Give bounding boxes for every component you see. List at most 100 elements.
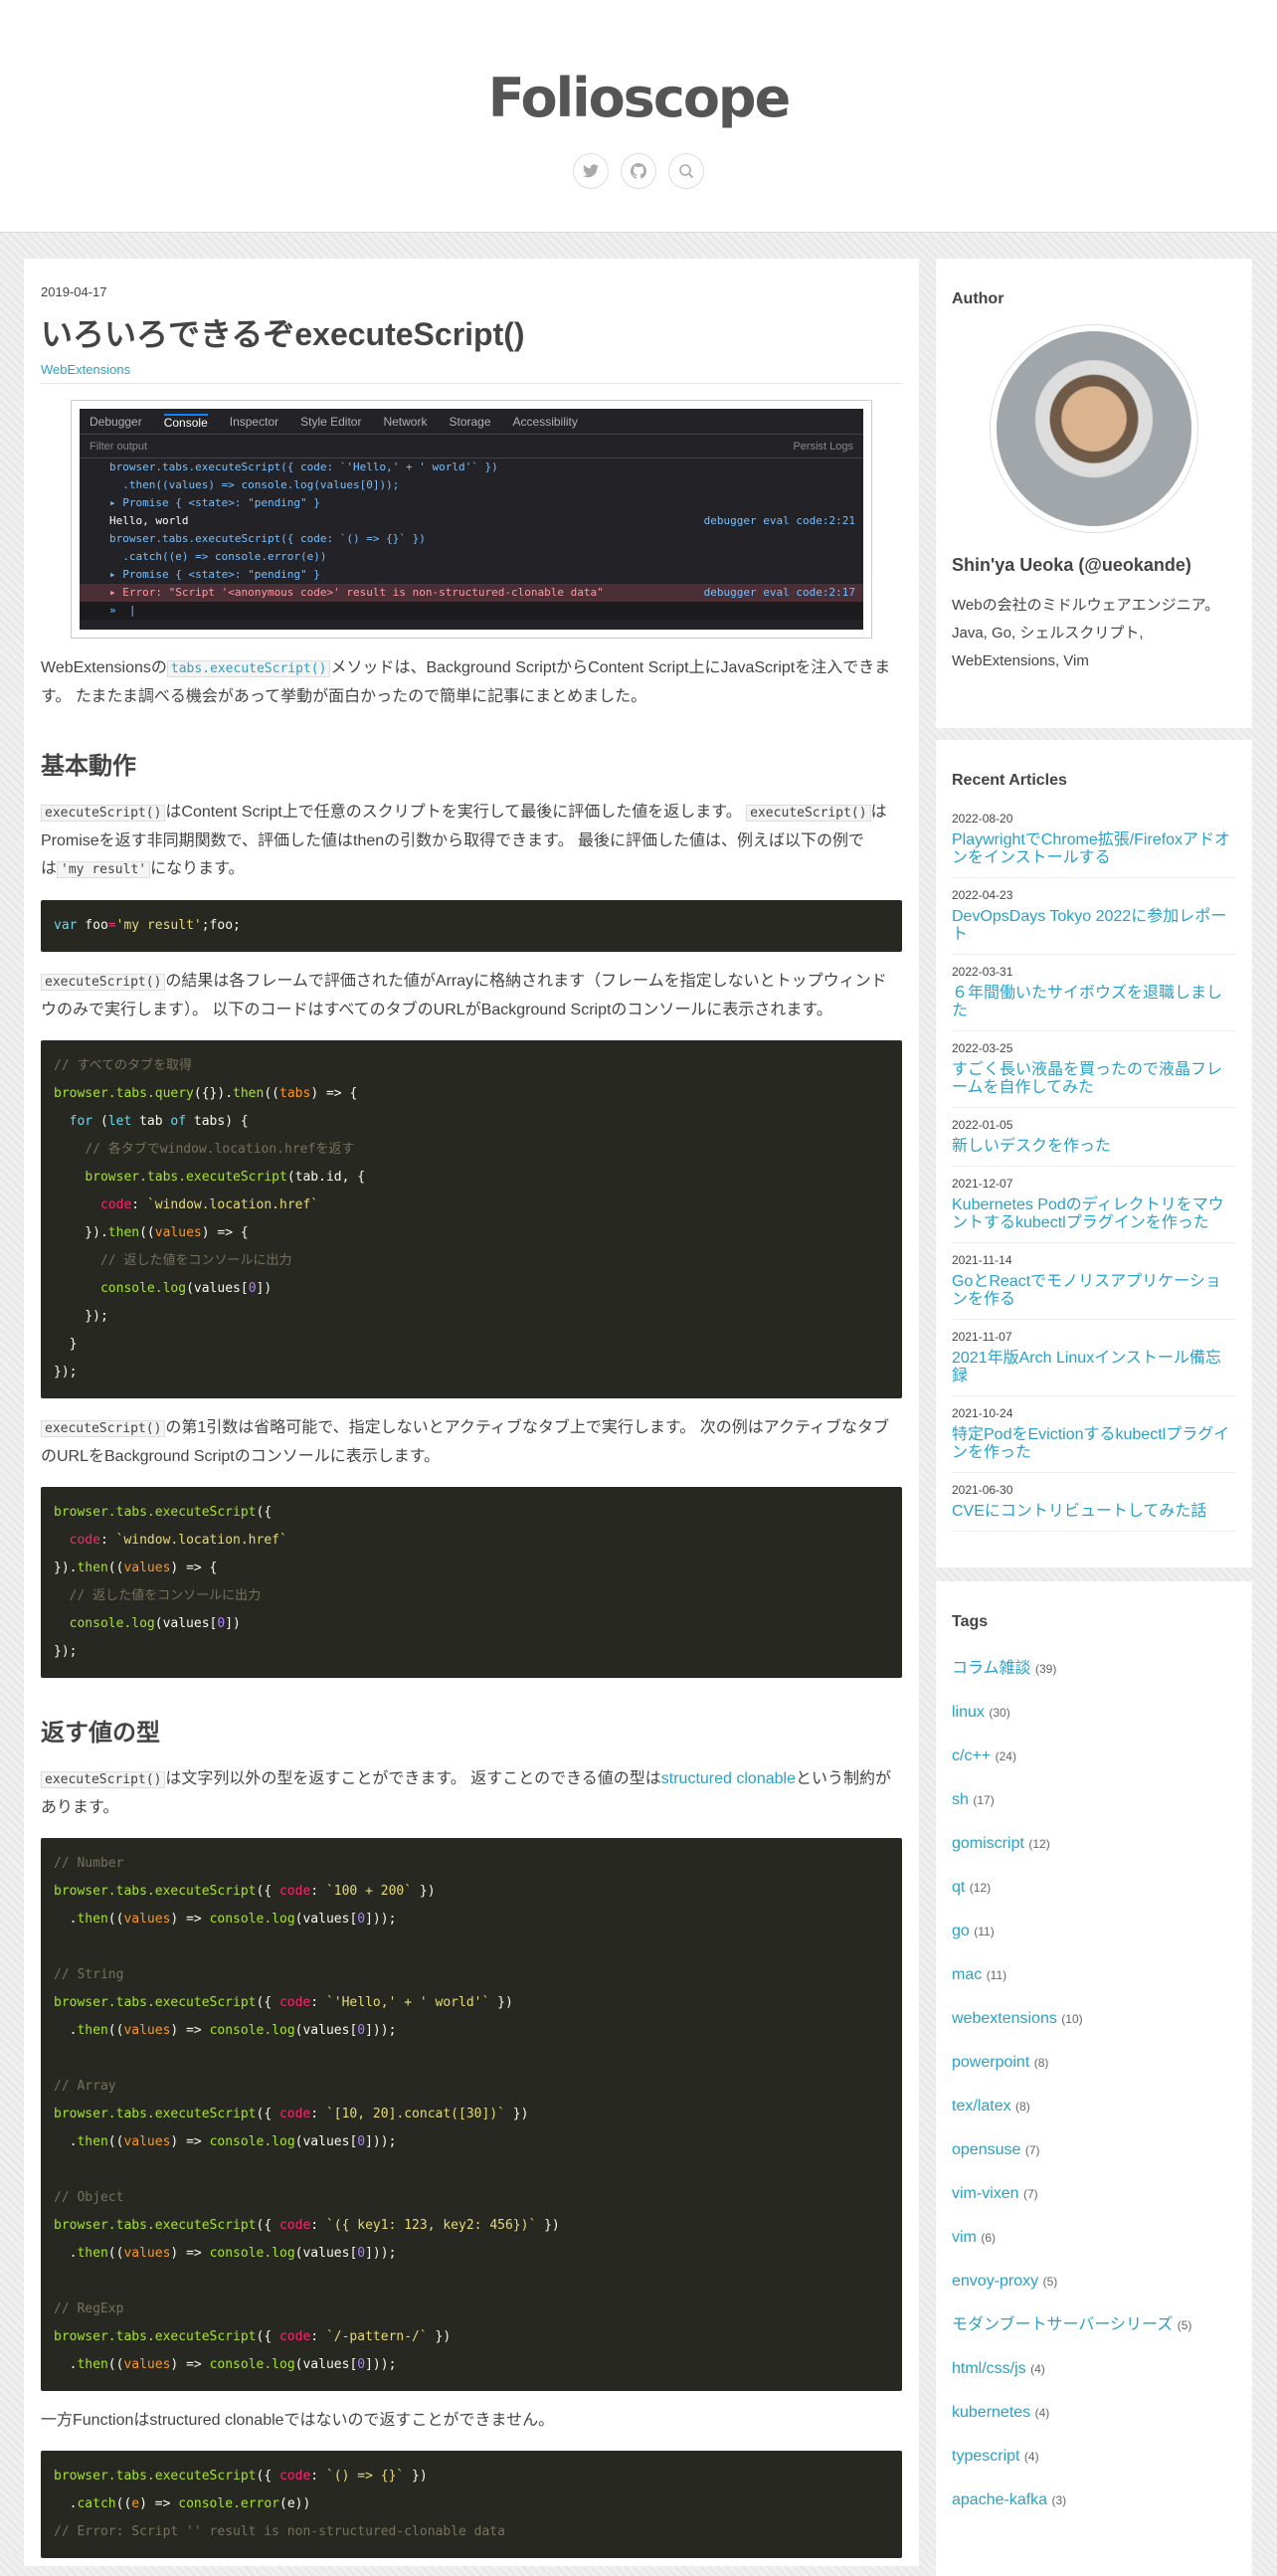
tag-item: powerpoint (8) (952, 2055, 1236, 2071)
tag-count: (5) (1177, 2318, 1192, 2332)
recent-article-item: 2022-01-05 新しいデスクを作った (952, 1108, 1236, 1167)
console-ref: debugger eval code:2:21 (703, 514, 855, 527)
search-icon[interactable] (668, 153, 704, 189)
tag-link[interactable]: コラム雑談 (952, 1660, 1031, 1677)
tag-link[interactable]: envoy-proxy (952, 2273, 1038, 2290)
article-link[interactable]: 新しいデスクを作った (952, 1138, 1236, 1156)
post-date: 2019-04-17 (41, 284, 107, 299)
avatar (990, 324, 1198, 533)
tab-debugger: Debugger (90, 414, 142, 429)
tag-link[interactable]: powerpoint (952, 2054, 1029, 2071)
tag-link[interactable]: kubernetes (952, 2404, 1030, 2421)
tag-count: (12) (1028, 1837, 1050, 1851)
author-widget: Author Shin'ya Ueoka (@ueokande) Webの会社の… (936, 259, 1252, 728)
tag-count: (3) (1051, 2493, 1067, 2507)
console-line: ▸ Promise { <state>: "pending" } (109, 496, 320, 509)
tag-count: (6) (981, 2231, 997, 2245)
code-block: browser.tabs.executeScript({ code: `wind… (41, 1487, 902, 1678)
tag-item: go (11) (952, 1924, 1236, 1939)
console-line: .then((values) => console.log(values[0])… (109, 478, 400, 491)
article-link[interactable]: GoとReactでモノリスアプリケーションを作る (952, 1273, 1236, 1309)
tag-count: (10) (1061, 2012, 1083, 2026)
code-block: var foo='my result';foo; (41, 900, 902, 952)
heading-return-type: 返す値の型 (41, 1720, 160, 1747)
category-link[interactable]: WebExtensions (41, 362, 130, 377)
tag-count: (39) (1034, 1662, 1057, 1676)
tag-link[interactable]: typescript (952, 2448, 1019, 2465)
site-title[interactable]: Folioscope (0, 0, 1277, 131)
paragraph: WebExtensionsの tabs.executeScript() メソッドは、… (41, 659, 891, 705)
tag-item: gomiscript (12) (952, 1836, 1236, 1852)
tag-link[interactable]: html/css/js (952, 2360, 1026, 2377)
recent-heading: Recent Articles (952, 772, 1067, 789)
tag-link[interactable]: apache-kafka (952, 2491, 1047, 2508)
tag-link[interactable]: webextensions (952, 2010, 1057, 2027)
code-block: // すべてのタブを取得 browser.tabs.query({}).then… (41, 1040, 902, 1398)
tag-count: (5) (1042, 2275, 1058, 2289)
code-block: browser.tabs.executeScript({ code: `() =… (41, 2451, 902, 2558)
paragraph: executeScript() の第1引数は省略可能で、指定しないとアクティブなタ… (41, 1419, 889, 1465)
article-link[interactable]: ６年間働いたサイボウズを退職しました (952, 985, 1236, 1020)
twitter-icon[interactable] (573, 153, 609, 189)
tag-item: typescript (4) (952, 2449, 1236, 2465)
tag-link[interactable]: mac (952, 1966, 982, 1983)
console-line: Hello, world debugger eval code:2:21 (80, 512, 863, 530)
recent-article-item: 2021-10-24 特定PodをEvictionするkubectlプラグインを作… (952, 1396, 1236, 1473)
tab-style-editor: Style Editor (300, 414, 362, 429)
tag-item: c/c++ (24) (952, 1748, 1236, 1764)
tag-item: webextensions (10) (952, 2011, 1236, 2027)
tag-count: (8) (1033, 2056, 1049, 2070)
tag-link[interactable]: vim (952, 2229, 977, 2246)
tag-item: html/css/js (4) (952, 2361, 1236, 2377)
article-link[interactable]: すごく長い液晶を買ったので液晶フレームを自作してみた (952, 1061, 1236, 1097)
tag-count: (11) (986, 1968, 1007, 1982)
article-link[interactable]: PlaywrightでChrome拡張/Firefoxアドオンをインストールする (952, 831, 1236, 867)
console-error-line: ▸ Error: "Script '<anonymous code>' resu… (80, 584, 863, 602)
tag-link[interactable]: linux (952, 1704, 985, 1721)
devtools-tabs: Debugger Console Inspector Style Editor … (80, 409, 863, 435)
github-icon[interactable] (621, 153, 656, 189)
article-link[interactable]: CVEにコントリビュートしてみた話 (952, 1503, 1236, 1521)
recent-articles-list: 2022-08-20 PlaywrightでChrome拡張/Firefoxアドオ… (952, 802, 1236, 1532)
tab-storage: Storage (449, 414, 491, 429)
tag-link[interactable]: c/c++ (952, 1748, 991, 1764)
article-link[interactable]: Kubernetes Podのディレクトリをマウントするkubectlプラグイン… (952, 1196, 1236, 1232)
recent-article-item: 2021-12-07 Kubernetes Podのディレクトリをマウントするku… (952, 1167, 1236, 1243)
tag-item: モダンブートサーバーシリーズ (5) (952, 2317, 1236, 2333)
tag-link[interactable]: opensuse (952, 2141, 1020, 2158)
recent-articles-widget: Recent Articles 2022-08-20 PlaywrightでChr… (936, 740, 1252, 1567)
article-date: 2022-08-20 (952, 812, 1013, 826)
tag-item: kubernetes (4) (952, 2405, 1236, 2421)
tag-link[interactable]: go (952, 1923, 970, 1939)
structured-clonable-link[interactable]: structured clonable (661, 1770, 796, 1787)
tab-network: Network (383, 414, 428, 429)
article-link[interactable]: 特定PodをEvictionするkubectlプラグインを作った (952, 1426, 1236, 1462)
tab-accessibility: Accessibility (512, 414, 578, 429)
tags-heading: Tags (952, 1613, 989, 1630)
tag-link[interactable]: gomiscript (952, 1835, 1024, 1852)
inline-code-link[interactable]: tabs.executeScript() (166, 660, 331, 677)
console-text: Hello, world (109, 514, 189, 527)
tag-link[interactable]: vim-vixen (952, 2185, 1019, 2202)
tag-count: (7) (1023, 2187, 1038, 2201)
author-heading: Author (952, 290, 1004, 307)
devtools-console: Debugger Console Inspector Style Editor … (80, 409, 863, 630)
post-title: いろいろできるぞexecuteScript() (41, 316, 525, 352)
tag-item: tex/latex (8) (952, 2099, 1236, 2115)
tag-link[interactable]: qt (952, 1879, 965, 1896)
tag-link[interactable]: tex/latex (952, 2098, 1011, 2115)
console-prompt: » | (80, 602, 863, 620)
tag-link[interactable]: sh (952, 1791, 969, 1808)
article-link[interactable]: 2021年版Arch Linuxインストール備忘録 (952, 1350, 1236, 1385)
tag-count: (30) (989, 1706, 1010, 1720)
filter-output: Filter output (90, 440, 148, 453)
tag-item: sh (17) (952, 1792, 1236, 1808)
paragraph: executeScript() はContent Script上で任意のスクリプト… (41, 804, 887, 878)
tag-item: apache-kafka (3) (952, 2492, 1236, 2508)
tag-list: コラム雑談 (39) linux (30) c/c++ (24) sh (17) gom… (952, 1631, 1236, 2508)
article-link[interactable]: DevOpsDays Tokyo 2022に参加レポート (952, 908, 1236, 944)
site-header: Folioscope (0, 0, 1277, 233)
article-date: 2022-03-31 (952, 965, 1013, 979)
article-date: 2021-06-30 (952, 1483, 1013, 1497)
tag-link[interactable]: モダンブートサーバーシリーズ (952, 2316, 1173, 2333)
